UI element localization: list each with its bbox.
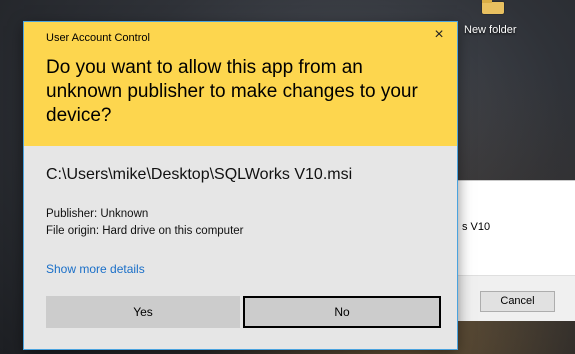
folder-icon	[482, 0, 504, 14]
uac-header: User Account Control × Do you want to al…	[24, 22, 457, 146]
uac-publisher-info: Publisher: Unknown File origin: Hard dri…	[46, 206, 244, 240]
close-icon[interactable]: ×	[431, 26, 447, 44]
uac-file-path: C:\Users\mike\Desktop\SQLWorks V10.msi	[46, 166, 353, 183]
installer-window-text: s V10	[462, 221, 491, 233]
yes-button[interactable]: Yes	[46, 296, 240, 328]
desktop-folder-label: New folder	[464, 24, 517, 36]
no-button[interactable]: No	[243, 296, 441, 328]
uac-dialog: User Account Control × Do you want to al…	[24, 22, 457, 349]
uac-title: User Account Control	[46, 32, 150, 44]
uac-question: Do you want to allow this app from an un…	[46, 57, 418, 126]
show-more-details-link[interactable]: Show more details	[46, 262, 145, 276]
desktop-background: New folder s V10 Cancel User Account Con…	[0, 0, 575, 354]
installer-cancel-button[interactable]: Cancel	[480, 291, 555, 312]
uac-origin-line: File origin: Hard drive on this computer	[46, 225, 244, 237]
uac-publisher-line: Publisher: Unknown	[46, 208, 149, 220]
desktop-folder-shortcut[interactable]: New folder	[452, 0, 532, 46]
